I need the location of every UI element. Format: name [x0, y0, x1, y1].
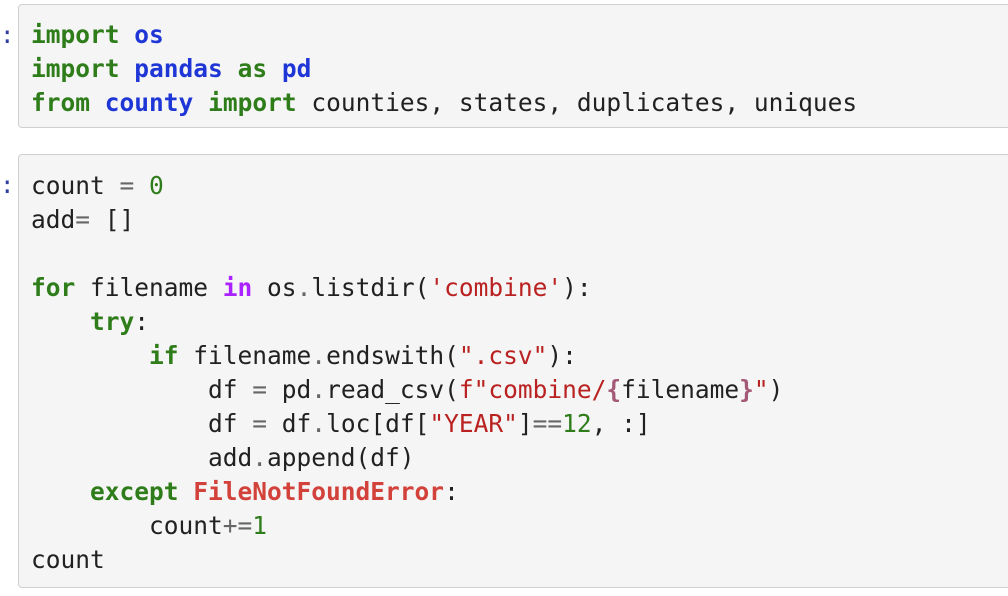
code-token: count — [31, 545, 105, 574]
string-token: f"combine/ — [458, 375, 607, 404]
number-token: 0 — [149, 171, 164, 200]
number-token: 12 — [562, 409, 592, 438]
code-line: count+=1 — [31, 511, 267, 540]
operator-token: . — [311, 375, 327, 404]
interpolation-token: { — [606, 375, 622, 404]
string-token: "YEAR" — [429, 409, 518, 438]
code-line: try: — [31, 307, 149, 336]
code-token: endswith( — [326, 341, 459, 370]
code-token: df — [267, 409, 312, 438]
code-line: from county import counties, states, dup… — [31, 88, 857, 117]
operator-token: . — [252, 443, 268, 472]
code-cell[interactable]: count = 0 add= [] for filename in os.lis… — [18, 154, 1008, 588]
code-line: df = pd.read_csv(f"combine/{filename}") — [31, 375, 783, 404]
code-line: import pandas as pd — [31, 54, 311, 83]
code-token: counties, states, duplicates, uniques — [296, 88, 858, 117]
code-line: if filename.endswith(".csv"): — [31, 341, 577, 370]
code-line: except FileNotFoundError: — [31, 477, 459, 506]
code-token: df — [31, 409, 253, 438]
keyword-token: for — [31, 273, 76, 302]
name-token: pandas — [134, 54, 223, 83]
code-token: count — [31, 171, 120, 200]
code-token: pd — [267, 375, 312, 404]
cell-prompt: : — [0, 171, 15, 199]
keyword-token: from — [31, 88, 91, 117]
code-token: filename — [75, 273, 223, 302]
code-token: append(df) — [267, 443, 415, 472]
name-token: pd — [281, 54, 312, 83]
code-line: count = 0 — [31, 171, 164, 200]
operator-token: == — [532, 409, 563, 438]
code-token: listdir( — [311, 273, 430, 302]
string-token: ".csv" — [458, 341, 548, 370]
cell-prompt: : — [0, 21, 15, 49]
code-token: os — [252, 273, 297, 302]
code-token: filename — [178, 341, 312, 370]
operator-token: . — [311, 409, 327, 438]
name-token: county — [104, 88, 194, 117]
keyword-token: import — [31, 20, 120, 49]
code-editor[interactable]: import os import pandas as pd from count… — [19, 5, 1008, 120]
operator-token: = — [119, 171, 135, 200]
string-token: " — [753, 375, 769, 404]
keyword-token: as — [237, 54, 268, 83]
operator-token: = — [252, 409, 268, 438]
code-cell[interactable]: import os import pandas as pd from count… — [18, 4, 1008, 128]
keyword-token: import — [31, 54, 120, 83]
number-token: 1 — [252, 511, 268, 540]
code-line: df = df.loc[df["YEAR"]==12, :] — [31, 409, 651, 438]
keyword-token: if — [149, 341, 179, 370]
operator-token: . — [311, 341, 327, 370]
operator-token: = — [75, 205, 91, 234]
code-token: count — [31, 511, 223, 540]
name-token: os — [134, 20, 164, 49]
interpolation-token: } — [739, 375, 754, 404]
keyword-token: try — [90, 307, 135, 336]
keyword-token: except — [90, 477, 179, 506]
operator-token: += — [222, 511, 253, 540]
code-line: add.append(df) — [31, 443, 415, 472]
code-token: loc[df[ — [326, 409, 430, 438]
code-token: ): — [562, 273, 592, 302]
code-token: ] — [517, 409, 533, 438]
code-token: ): — [547, 341, 577, 370]
exception-token: FileNotFoundError — [193, 477, 445, 506]
code-token: add — [31, 443, 253, 472]
code-editor[interactable]: count = 0 add= [] for filename in os.lis… — [19, 155, 1008, 577]
word-operator-token: in — [222, 273, 253, 302]
code-line: count — [31, 545, 105, 574]
operator-token: . — [296, 273, 312, 302]
code-token: filename — [621, 375, 740, 404]
code-line: import os — [31, 20, 164, 49]
code-token: , :] — [591, 409, 651, 438]
code-token: add — [31, 205, 76, 234]
code-token: read_csv( — [326, 375, 459, 404]
code-token: ) — [768, 375, 784, 404]
operator-token: = — [252, 375, 268, 404]
string-token: 'combine' — [429, 273, 563, 302]
code-token: : — [134, 307, 150, 336]
code-token: df — [31, 375, 253, 404]
code-line: add= [] — [31, 205, 134, 234]
keyword-token: import — [208, 88, 297, 117]
code-token: : — [444, 477, 459, 506]
code-line: for filename in os.listdir('combine'): — [31, 273, 592, 302]
code-token: [] — [90, 205, 135, 234]
